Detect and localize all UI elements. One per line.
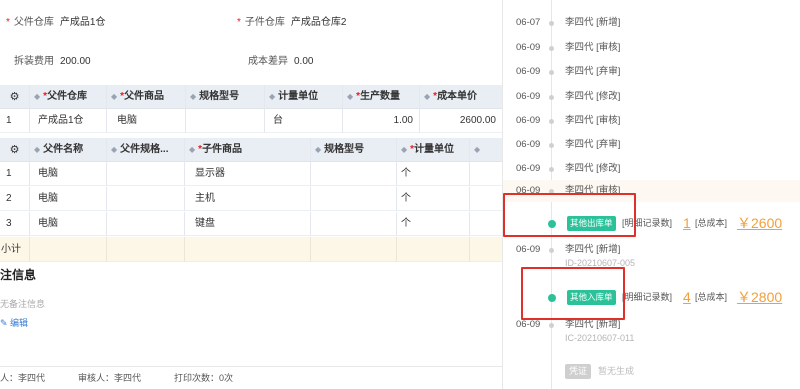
operation-timeline: 06-07 李四代 [新增] 06-09 李四代 [审核] 06-09 李四代 [弃审… [503, 0, 800, 389]
child-warehouse-label: 子件仓库 [244, 17, 285, 28]
detail-count-link[interactable]: 4 [683, 286, 691, 308]
maker-label: 人：李四代 [0, 373, 46, 383]
detail-count-link[interactable]: 1 [683, 212, 691, 234]
table-row[interactable]: 1 电脑 显示器 个 [0, 162, 502, 186]
col-unit-cost[interactable]: ◆ *成本单价 [420, 85, 502, 109]
disassembly-fee-field: 拆装费用 200.00 [14, 52, 91, 67]
col-parent-name[interactable]: ◆ 父件名称 [30, 138, 107, 162]
timeline-entry: 06-07 李四代 [新增] [516, 17, 621, 28]
edit-icon: ✎ [0, 318, 11, 328]
col-parent-spec[interactable]: ◆ 父件规格... [107, 138, 185, 162]
timeline-entry: 06-09 李四代 [修改] [516, 163, 621, 174]
timeline-entry: 06-09 李四代 [修改] [516, 91, 621, 102]
col-qty[interactable]: ◆ *生产数量 [343, 85, 420, 109]
parent-grid-header: ⚙ ◆ *父件仓库 ◆ *父件商品 ◆ 规格型号 ◆ 计量单位 ◆ *生产数量 ◆ *成本单… [0, 85, 502, 109]
col-spec[interactable]: ◆ 规格型号 [186, 85, 265, 109]
notes-title: 注信息 [0, 268, 37, 282]
gear-icon[interactable]: ⚙ [0, 138, 30, 162]
cost-difference-value[interactable]: 0.00 [294, 56, 313, 67]
subtotal-label: 小计 [0, 237, 30, 262]
table-row[interactable]: 3 电脑 键盘 个 [0, 212, 502, 236]
disassembly-fee-value[interactable]: 200.00 [60, 56, 91, 67]
voucher-badge[interactable]: 凭证 [565, 364, 592, 379]
col-unit[interactable]: ◆ 计量单位 [265, 85, 343, 109]
timeline-entry: 06-09 李四代 [弃审] [516, 66, 621, 77]
total-cost-link[interactable]: ￥2800 [737, 286, 782, 308]
auditor-label: 审核人：李四代 [78, 373, 142, 383]
voucher-status: 暂无生成 [598, 366, 635, 376]
col-child-product[interactable]: ◆ *子件商品 [185, 138, 311, 162]
col-child-spec[interactable]: ◆ 规格型号 [311, 138, 397, 162]
timeline-entry: 06-09 李四代 [审核] [516, 42, 621, 53]
col-parent-warehouse[interactable]: ◆ *父件仓库 [30, 85, 107, 109]
cost-difference-field: 成本差异 0.00 [248, 52, 313, 67]
notes-edit-link[interactable]: ✎ 编辑 [0, 316, 28, 329]
timeline-entry: 06-09 李四代 [新增] [516, 244, 621, 255]
bill-number[interactable]: IC-20210607-011 [565, 333, 634, 343]
child-grid-header: ⚙ ◆ 父件名称 ◆ 父件规格... ◆ *子件商品 ◆ 规格型号 ◆ *计量单位 ◆ [0, 138, 502, 162]
col-parent-product[interactable]: ◆ *父件商品 [107, 85, 186, 109]
parent-warehouse-value[interactable]: 产成品1仓 [60, 17, 106, 28]
gear-icon[interactable]: ⚙ [0, 85, 30, 109]
subtotal-row: 小计 [0, 237, 502, 262]
parent-warehouse-label: 父件仓库 [13, 17, 54, 28]
timeline-entry: 06-09 李四代 [审核] [516, 115, 621, 126]
bill-footer: 人：李四代 审核人：李四代 打印次数：0次 [0, 366, 502, 389]
highlight-box-inbound [521, 267, 625, 320]
print-count-label: 打印次数：0次 [174, 373, 234, 383]
child-warehouse-value[interactable]: 产成品仓库2 [291, 17, 347, 28]
highlight-box-outbound [503, 193, 636, 237]
disassembly-fee-label: 拆装费用 [14, 56, 54, 67]
notes-empty-text: 无备注信息 [0, 299, 46, 309]
table-row[interactable]: 2 电脑 主机 个 [0, 187, 502, 211]
total-cost-link[interactable]: ￥2600 [737, 212, 782, 234]
table-row[interactable]: 1 产成品1仓 电脑 台 1.00 2600.00 [0, 109, 502, 133]
col-more[interactable]: ◆ [470, 138, 502, 162]
timeline-entry: 06-09 李四代 [弃审] [516, 139, 621, 150]
child-warehouse-field: * 子件仓库 产成品仓库2 [237, 17, 347, 28]
bill-detail-pane: * 父件仓库 产成品1仓 * 子件仓库 产成品仓库2 拆装费用 200.00 成本差异 0.… [0, 0, 502, 389]
cost-difference-label: 成本差异 [248, 56, 288, 67]
col-child-unit[interactable]: ◆ *计量单位 [397, 138, 470, 162]
parent-warehouse-field: * 父件仓库 产成品1仓 [6, 17, 106, 28]
